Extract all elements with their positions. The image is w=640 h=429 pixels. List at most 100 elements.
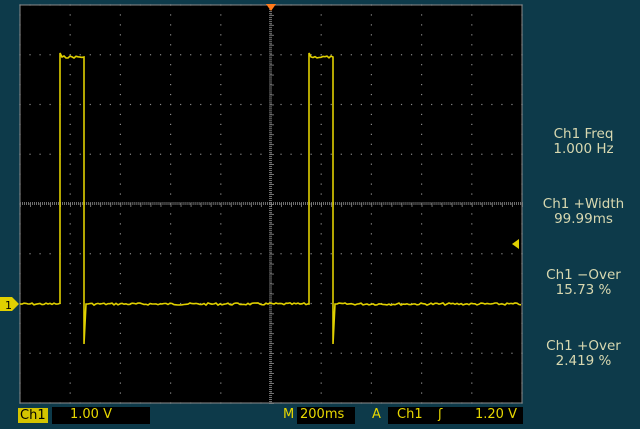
axis-tick [269, 345, 272, 347]
grid-dot [471, 133, 473, 135]
axis-tick [269, 40, 272, 42]
axis-tick [269, 301, 272, 303]
axis-tick [142, 202, 144, 205]
trigger-source[interactable]: Ch1 [397, 406, 423, 424]
axis-tick [160, 202, 162, 207]
axis-tick [413, 202, 415, 205]
grid-dot [511, 253, 513, 255]
grid-dot [380, 352, 383, 354]
axis-tick [297, 202, 298, 205]
grid-dot [320, 44, 322, 46]
grid-dot [119, 243, 121, 245]
axis-tick [401, 202, 403, 207]
grid-dot [220, 24, 222, 26]
time-per-div[interactable]: 200ms [300, 406, 344, 424]
axis-tick [269, 331, 272, 333]
grid-dot [471, 64, 473, 66]
grid-dot [340, 103, 342, 106]
axis-tick [269, 281, 272, 283]
grid-dot [421, 392, 423, 394]
axis-tick [269, 251, 272, 253]
axis-tick [54, 202, 55, 205]
grid-dot [29, 54, 31, 56]
axis-tick [353, 202, 355, 205]
grid-dot [421, 292, 423, 295]
axis-tick [467, 202, 469, 205]
grid-dot [180, 153, 182, 155]
axis-tick [48, 202, 49, 205]
grid-dot [481, 54, 483, 56]
axis-tick [293, 202, 294, 205]
axis-tick [174, 202, 176, 205]
timebase-prefix: M [283, 407, 295, 422]
grid-dot [300, 54, 302, 56]
volts-per-div[interactable]: 1.00 V [70, 406, 112, 424]
grid-dot [320, 342, 322, 344]
axis-tick [134, 202, 136, 205]
grid-dot [159, 253, 162, 255]
grid-dot [119, 362, 121, 364]
axis-tick [443, 202, 445, 205]
grid-dot [340, 253, 342, 255]
axis-tick [196, 202, 198, 205]
grid-dot [89, 54, 91, 56]
grid-dot [380, 253, 383, 255]
grid-dot [370, 113, 372, 116]
axis-tick [269, 223, 274, 225]
axis-tick [269, 108, 272, 110]
axis-tick [42, 202, 43, 205]
grid-dot [69, 64, 71, 66]
axis-tick [176, 202, 178, 205]
grid-dot [310, 302, 312, 305]
axis-tick [269, 26, 272, 28]
axis-tick [357, 202, 359, 205]
axis-tick [194, 202, 196, 205]
axis-tick [216, 202, 218, 205]
axis-tick [126, 202, 128, 205]
axis-tick [269, 64, 274, 66]
axis-tick [407, 202, 409, 205]
trigger-level[interactable]: 1.20 V [475, 406, 517, 424]
axis-tick [347, 202, 349, 205]
grid-dot [471, 113, 473, 116]
grid-dot [471, 74, 473, 76]
axis-tick [459, 202, 461, 205]
grid-dot [29, 103, 31, 106]
axis-tick [140, 202, 142, 207]
axis-tick [269, 245, 272, 247]
grid-dot [240, 54, 242, 56]
axis-tick [269, 194, 274, 195]
trigger-slope-icon[interactable]: ʃ [438, 406, 442, 424]
grid-dot [39, 103, 41, 106]
axis-tick [269, 217, 272, 219]
channel-badge[interactable]: Ch1 [18, 408, 48, 423]
grid-dot [69, 362, 71, 364]
grid-dot [69, 253, 71, 255]
grid-dot [119, 263, 121, 265]
grid-dot [180, 302, 182, 305]
grid-dot [119, 24, 121, 26]
axis-tick [375, 202, 377, 205]
axis-tick [283, 202, 284, 205]
axis-tick [269, 339, 272, 341]
axis-tick [258, 202, 260, 205]
grid-dot [370, 153, 372, 155]
axis-tick [224, 202, 226, 205]
grid-dot [471, 362, 473, 364]
axis-tick [331, 202, 333, 207]
grid-dot [220, 123, 222, 125]
grid-dot [220, 193, 222, 195]
axis-tick [269, 291, 272, 293]
grid-dot [220, 213, 222, 215]
grid-dot [421, 342, 423, 344]
axis-tick [339, 202, 341, 205]
axis-tick [96, 202, 98, 205]
grid-dot [481, 103, 483, 106]
axis-tick [477, 202, 479, 205]
axis-tick [269, 337, 272, 339]
axis-tick [481, 202, 483, 207]
grid-dot [310, 253, 312, 255]
grid-dot [170, 133, 172, 135]
grid-dot [491, 153, 493, 155]
axis-tick [102, 202, 104, 205]
